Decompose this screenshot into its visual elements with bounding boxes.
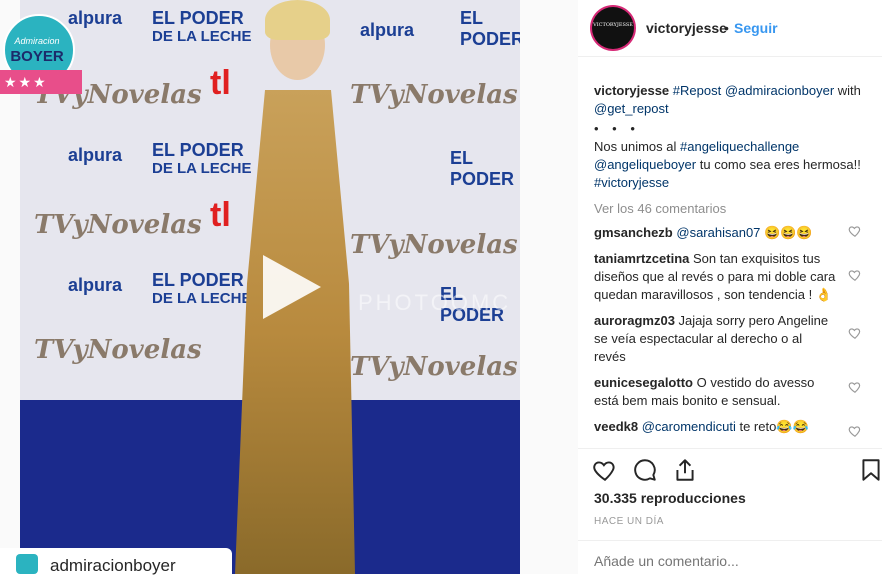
comment-username[interactable]: gmsanchezb xyxy=(594,225,673,240)
brand-tvnovelas: TVyNovelas xyxy=(34,335,202,365)
person-hair xyxy=(265,0,330,40)
brand-poder: EL PODER xyxy=(450,148,515,189)
caption-hashtag-victoryjesse[interactable]: #victoryjesse xyxy=(594,175,669,190)
brand-tvnovelas: TVyNovelas xyxy=(34,210,202,240)
badge-ribbon: ★★★ xyxy=(0,70,82,94)
brand-alpura: alpura xyxy=(68,275,123,295)
comment-item: veedk8 @caromendicuti te reto😂😂 xyxy=(594,418,866,438)
follow-button[interactable]: Seguir xyxy=(734,20,778,36)
avatar-text: VICTORYJESSE xyxy=(593,22,633,28)
comment-text: 😆😆😆 xyxy=(764,225,813,240)
caption-mention-admiracionboyer[interactable]: @admiracionboyer xyxy=(725,83,834,98)
caption-username[interactable]: victoryjesse xyxy=(594,83,669,98)
post-panel: VICTORYJESSE victoryjesse • Seguir victo… xyxy=(578,0,882,574)
credit-username: admiracionboyer xyxy=(50,556,176,575)
badge-main-text: BOYER xyxy=(10,48,64,65)
view-all-comments-link[interactable]: Ver los 46 comentarios xyxy=(594,200,866,218)
repost-avatar-icon xyxy=(16,554,38,574)
comment-icon[interactable] xyxy=(632,457,658,483)
like-comment-heart-icon[interactable] xyxy=(848,224,862,238)
watermark: PHOTOOMC xyxy=(358,290,512,315)
caption-hashtag-challenge[interactable]: #angeliquechallenge xyxy=(680,139,799,154)
instagram-post: alpura EL PODER DE LA LECHE alpura EL PO… xyxy=(0,0,882,578)
caption-hashtag-repost[interactable]: #Repost xyxy=(673,83,721,98)
caption: victoryjesse #Repost @admiracionboyer wi… xyxy=(594,82,866,192)
post-timestamp[interactable]: HACE UN DÍA xyxy=(594,516,664,527)
brand-tvnovelas: TVyNovelas xyxy=(350,230,518,260)
comment-mention[interactable]: @sarahisan07 xyxy=(676,225,760,240)
add-comment-input[interactable] xyxy=(594,553,864,569)
comment-item: auroragmz03 Jajaja sorry pero Angeline s… xyxy=(594,312,866,366)
admiracion-boyer-badge: Admiracion BOYER ★★★ xyxy=(0,10,82,94)
heart-icon[interactable] xyxy=(592,457,618,483)
comment-text: te reto😂😂 xyxy=(739,419,809,434)
gold-dress xyxy=(235,90,355,574)
bookmark-icon[interactable] xyxy=(858,457,882,483)
comment-username[interactable]: eunicesegalotto xyxy=(594,375,693,390)
play-icon[interactable] xyxy=(263,255,321,319)
caption-mention-angeliqueboyer[interactable]: @angeliqueboyer xyxy=(594,157,696,172)
caption-text-2: tu como sea eres hermosa!! xyxy=(699,157,861,172)
action-bar xyxy=(578,448,882,489)
comments-section: victoryjesse #Repost @admiracionboyer wi… xyxy=(594,82,866,447)
caption-dots: • • • xyxy=(594,121,640,136)
brand-alpura: alpura xyxy=(68,145,123,165)
comment-item: taniamrtzcetina Son tan exquisitos tus d… xyxy=(594,250,866,304)
video-player[interactable]: alpura EL PODER DE LA LECHE alpura EL PO… xyxy=(20,0,520,574)
header-separator: • xyxy=(724,20,729,36)
comment-item: gmsanchezb @sarahisan07 😆😆😆 xyxy=(594,224,866,242)
header-username[interactable]: victoryjesse xyxy=(646,20,727,36)
brand-tvnovelas: TVyNovelas xyxy=(350,352,518,382)
comment-username[interactable]: auroragmz03 xyxy=(594,313,675,328)
share-icon[interactable] xyxy=(672,457,698,483)
caption-text: Nos unimos al xyxy=(594,139,677,154)
like-comment-heart-icon[interactable] xyxy=(848,268,862,282)
like-comment-heart-icon[interactable] xyxy=(848,326,862,340)
media-area: alpura EL PODER DE LA LECHE alpura EL PO… xyxy=(0,0,579,578)
comment-username[interactable]: veedk8 xyxy=(594,419,638,434)
badge-top-text: Admiracion xyxy=(14,36,60,46)
post-header: VICTORYJESSE victoryjesse • Seguir xyxy=(578,0,882,57)
views-count[interactable]: 30.335 reproducciones xyxy=(594,490,746,506)
like-comment-heart-icon[interactable] xyxy=(848,424,862,438)
caption-mention-getrepost[interactable]: @get_repost xyxy=(594,101,669,116)
brand-poder: EL PODER xyxy=(460,8,520,49)
comment-mention[interactable]: @caromendicuti xyxy=(642,419,736,434)
add-comment-box xyxy=(578,540,882,575)
comment-item: eunicesegalotto O vestido do avesso está… xyxy=(594,374,866,410)
brand-tvnovelas: TVyNovelas xyxy=(350,80,518,110)
comment-username[interactable]: taniamrtzcetina xyxy=(594,251,689,266)
brand-alpura: alpura xyxy=(360,20,415,40)
like-comment-heart-icon[interactable] xyxy=(848,380,862,394)
avatar[interactable]: VICTORYJESSE xyxy=(592,7,634,49)
caption-with-text: with xyxy=(837,83,861,98)
